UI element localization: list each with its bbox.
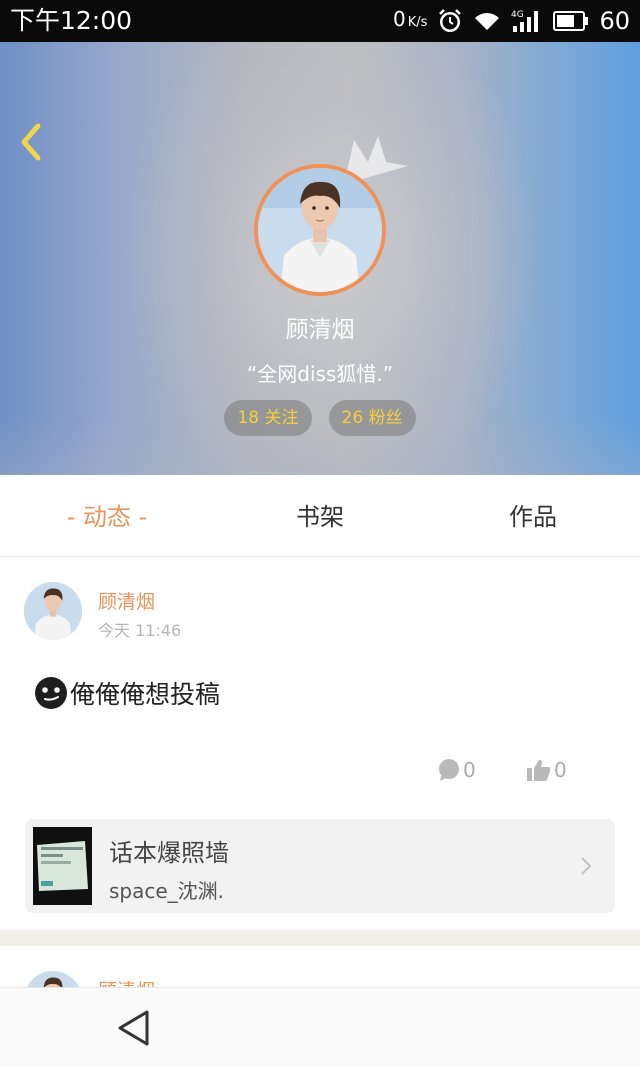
thumbs-up-icon [527,759,551,781]
battery-level: 60 [599,7,630,35]
profile-stats: 18 关注 26 粉丝 [0,400,640,436]
profile-motto: “全网diss狐惜.” [246,362,394,386]
system-nav-bar [0,987,640,1067]
tab-activity[interactable]: - 动态 - [18,475,196,557]
profile-avatar[interactable] [254,164,386,296]
post-text: 俺俺俺想投稿 [70,680,221,709]
network-speed-value: 0 [393,7,406,31]
post-author-avatar[interactable] [24,582,82,640]
post-timestamp: 今天 11:46 [98,621,182,640]
avatar-portrait-image [24,582,82,640]
back-arrow-icon[interactable] [14,118,50,166]
linked-book-card[interactable]: 话本爆照墙 space_沈渊. [25,819,615,913]
post-content: 俺俺俺想投稿 [34,675,220,711]
tab-works[interactable]: 作品 [444,475,622,557]
feed-post: 顾清烟 今天 11:46 俺俺俺想投稿 0 0 话本爆照墙 space_沈渊. [0,557,640,930]
network-speed-unit: K/s [407,15,428,30]
chevron-right-icon [581,857,592,875]
avatar-portrait-image [258,168,382,292]
book-author: space_沈渊. [109,879,225,903]
profile-name: 顾清烟 [285,317,355,343]
tab-bookshelf[interactable]: 书架 [231,475,409,557]
wifi-icon [475,13,500,30]
book-title: 话本爆照墙 [109,839,229,867]
nav-back-triangle-icon[interactable] [116,1008,152,1048]
post-divider [0,930,640,946]
comment-action[interactable]: 0 [437,755,476,785]
followers-count-button[interactable]: 26 粉丝 [328,400,416,436]
status-bar: 下午12:00 0 K/s 4G 60 [0,0,640,42]
signal-icon: 4G [511,10,539,32]
like-count: 0 [554,758,567,782]
status-time: 下午12:00 [10,6,133,35]
profile-header: 顾清烟 “全网diss狐惜.” 18 关注 26 粉丝 [0,42,640,475]
status-icons: 0 K/s 4G 60 [393,5,630,37]
profile-tabs: - 动态 - 书架 作品 [0,475,640,557]
comment-count: 0 [463,758,476,782]
post-author-name[interactable]: 顾清烟 [98,587,155,614]
following-count-button[interactable]: 18 关注 [224,400,312,436]
book-cover-image [33,827,92,905]
network-speed: 0 K/s [393,3,427,39]
network-type-label: 4G [511,10,524,20]
alarm-icon [439,9,462,32]
sly-face-emoji-icon [35,677,67,709]
comment-bubble-icon [439,759,459,781]
battery-icon [553,11,589,31]
like-action[interactable]: 0 [526,755,567,785]
